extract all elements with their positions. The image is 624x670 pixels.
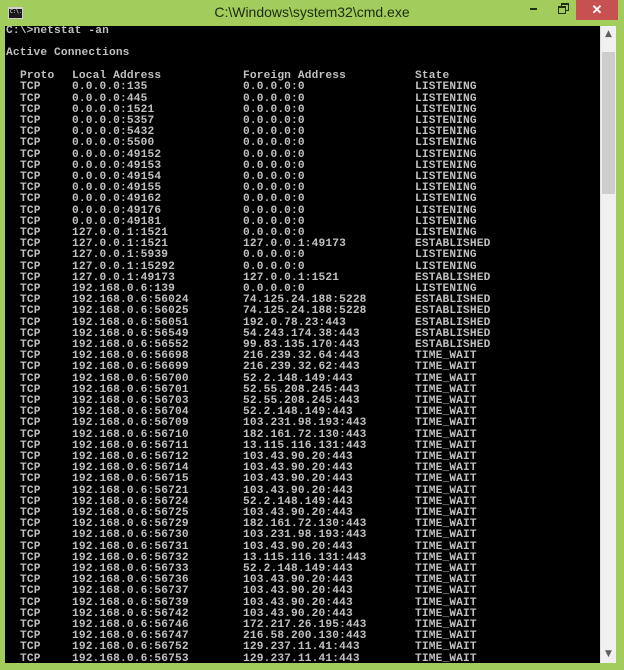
cell-foreign-address: 103.231.98.193:443	[243, 417, 367, 430]
cell-local-address: 192.168.0.6:56715	[72, 473, 189, 486]
cell-state: TIME_WAIT	[415, 652, 477, 663]
command-prompt-line: C:\>netstat -an	[6, 26, 109, 37]
connection-row: TCP 192.168.0.6:56730 103.231.98.193:443 TI…	[6, 530, 596, 541]
cell-foreign-address: 0.0.0.0:0	[243, 137, 305, 150]
cell-state: ESTABLISHED	[415, 305, 491, 318]
restore-button[interactable]	[550, 0, 576, 20]
cell-local-address: 127.0.0.1:5939	[72, 249, 169, 262]
cell-proto: TCP	[20, 585, 41, 598]
cell-foreign-address: 103.43.90.20:443	[243, 585, 353, 598]
connection-row: TCP 0.0.0.0:49162 0.0.0.0:0 LISTENING	[6, 194, 596, 205]
connection-row: TCP 192.168.0.6:56752 129.237.11.41:443 TIM…	[6, 642, 596, 653]
cell-state: TIME_WAIT	[415, 473, 477, 486]
cell-foreign-address: 103.43.90.20:443	[243, 473, 353, 486]
connection-row: TCP 0.0.0.0:5500 0.0.0.0:0 LISTENING	[6, 138, 596, 149]
cell-state: TIME_WAIT	[415, 417, 477, 430]
cmd-window: C:\. C:\Windows\system32\cmd.exe ✕ C:\>n…	[0, 0, 624, 670]
scroll-down-icon[interactable]: ▼	[601, 646, 616, 663]
title-bar[interactable]: C:\. C:\Windows\system32\cmd.exe ✕	[0, 0, 624, 26]
cell-state: TIME_WAIT	[415, 585, 477, 598]
cell-foreign-address: 129.237.11.41:443	[243, 641, 360, 654]
cell-foreign-address: 103.231.98.193:443	[243, 529, 367, 542]
cell-state: TIME_WAIT	[415, 361, 477, 374]
cell-proto: TCP	[20, 529, 41, 542]
scrollbar-thumb[interactable]	[602, 52, 615, 194]
cell-proto: TCP	[20, 361, 41, 374]
cell-proto: TCP	[20, 305, 41, 318]
cell-proto: TCP	[20, 417, 41, 430]
cell-proto: TCP	[20, 652, 41, 663]
scroll-up-icon[interactable]: ▲	[601, 26, 616, 43]
console-output[interactable]: C:\>netstat -an Active Connections Proto…	[5, 26, 600, 663]
connection-row: TCP 192.168.0.6:56025 74.125.24.188:5228 ES…	[6, 306, 596, 317]
section-title: Active Connections	[6, 47, 130, 59]
cell-local-address: 0.0.0.0:135	[72, 81, 148, 94]
connection-row: TCP 192.168.0.6:56709 103.231.98.193:443 TI…	[6, 418, 596, 429]
cell-foreign-address: 129.237.11.41:443	[243, 652, 360, 663]
cell-local-address: 192.168.0.6:56709	[72, 417, 189, 430]
cell-state: TIME_WAIT	[415, 529, 477, 542]
cell-state: LISTENING	[415, 193, 477, 206]
cell-proto: TCP	[20, 641, 41, 654]
cell-local-address: 0.0.0.0:5500	[72, 137, 155, 150]
cell-local-address: 192.168.0.6:56025	[72, 305, 189, 318]
minimize-icon	[529, 7, 537, 10]
cell-proto: TCP	[20, 81, 41, 94]
close-button[interactable]: ✕	[576, 0, 618, 20]
cell-proto: TCP	[20, 193, 41, 206]
minimize-button[interactable]	[520, 0, 546, 20]
cell-state: TIME_WAIT	[415, 641, 477, 654]
cell-local-address: 192.168.0.6:56730	[72, 529, 189, 542]
cell-proto: TCP	[20, 137, 41, 150]
connection-row: TCP 192.168.0.6:56715 103.43.90.20:443 TIME…	[6, 474, 596, 485]
cell-state: LISTENING	[415, 137, 477, 150]
connection-row: TCP 127.0.0.1:5939 0.0.0.0:0 LISTENING	[6, 250, 596, 261]
cell-local-address: 192.168.0.6:56752	[72, 641, 189, 654]
cell-local-address: 192.168.0.6:56753	[72, 652, 189, 663]
cell-proto: TCP	[20, 249, 41, 262]
cell-foreign-address: 0.0.0.0:0	[243, 193, 305, 206]
connection-row: TCP 192.168.0.6:56737 103.43.90.20:443 TIME…	[6, 586, 596, 597]
connection-row: TCP 192.168.0.6:56753 129.237.11.41:443 TIM…	[6, 652, 596, 663]
cell-state: LISTENING	[415, 81, 477, 94]
connection-row: TCP 192.168.0.6:56699 216.239.32.62:443 TIM…	[6, 362, 596, 373]
cell-proto: TCP	[20, 473, 41, 486]
cell-local-address: 0.0.0.0:49162	[72, 193, 162, 206]
cell-state: LISTENING	[415, 249, 477, 262]
cell-local-address: 192.168.0.6:56699	[72, 361, 189, 374]
cell-foreign-address: 74.125.24.188:5228	[243, 305, 367, 318]
vertical-scrollbar[interactable]: ▲ ▼	[600, 26, 616, 663]
restore-icon	[558, 3, 569, 15]
connection-row: TCP 0.0.0.0:135 0.0.0.0:0 LISTENING	[6, 82, 596, 93]
cell-local-address: 192.168.0.6:56737	[72, 585, 189, 598]
close-icon: ✕	[591, 2, 603, 17]
cell-foreign-address: 0.0.0.0:0	[243, 249, 305, 262]
cell-foreign-address: 216.239.32.62:443	[243, 361, 360, 374]
cell-foreign-address: 0.0.0.0:0	[243, 81, 305, 94]
